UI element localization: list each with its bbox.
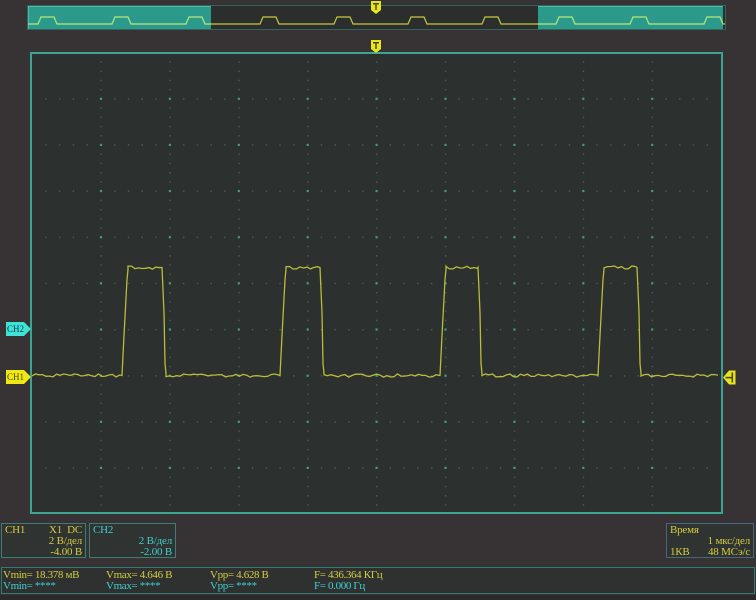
svg-text:CH1: CH1 <box>7 372 24 382</box>
svg-text:CH2: CH2 <box>7 324 24 334</box>
